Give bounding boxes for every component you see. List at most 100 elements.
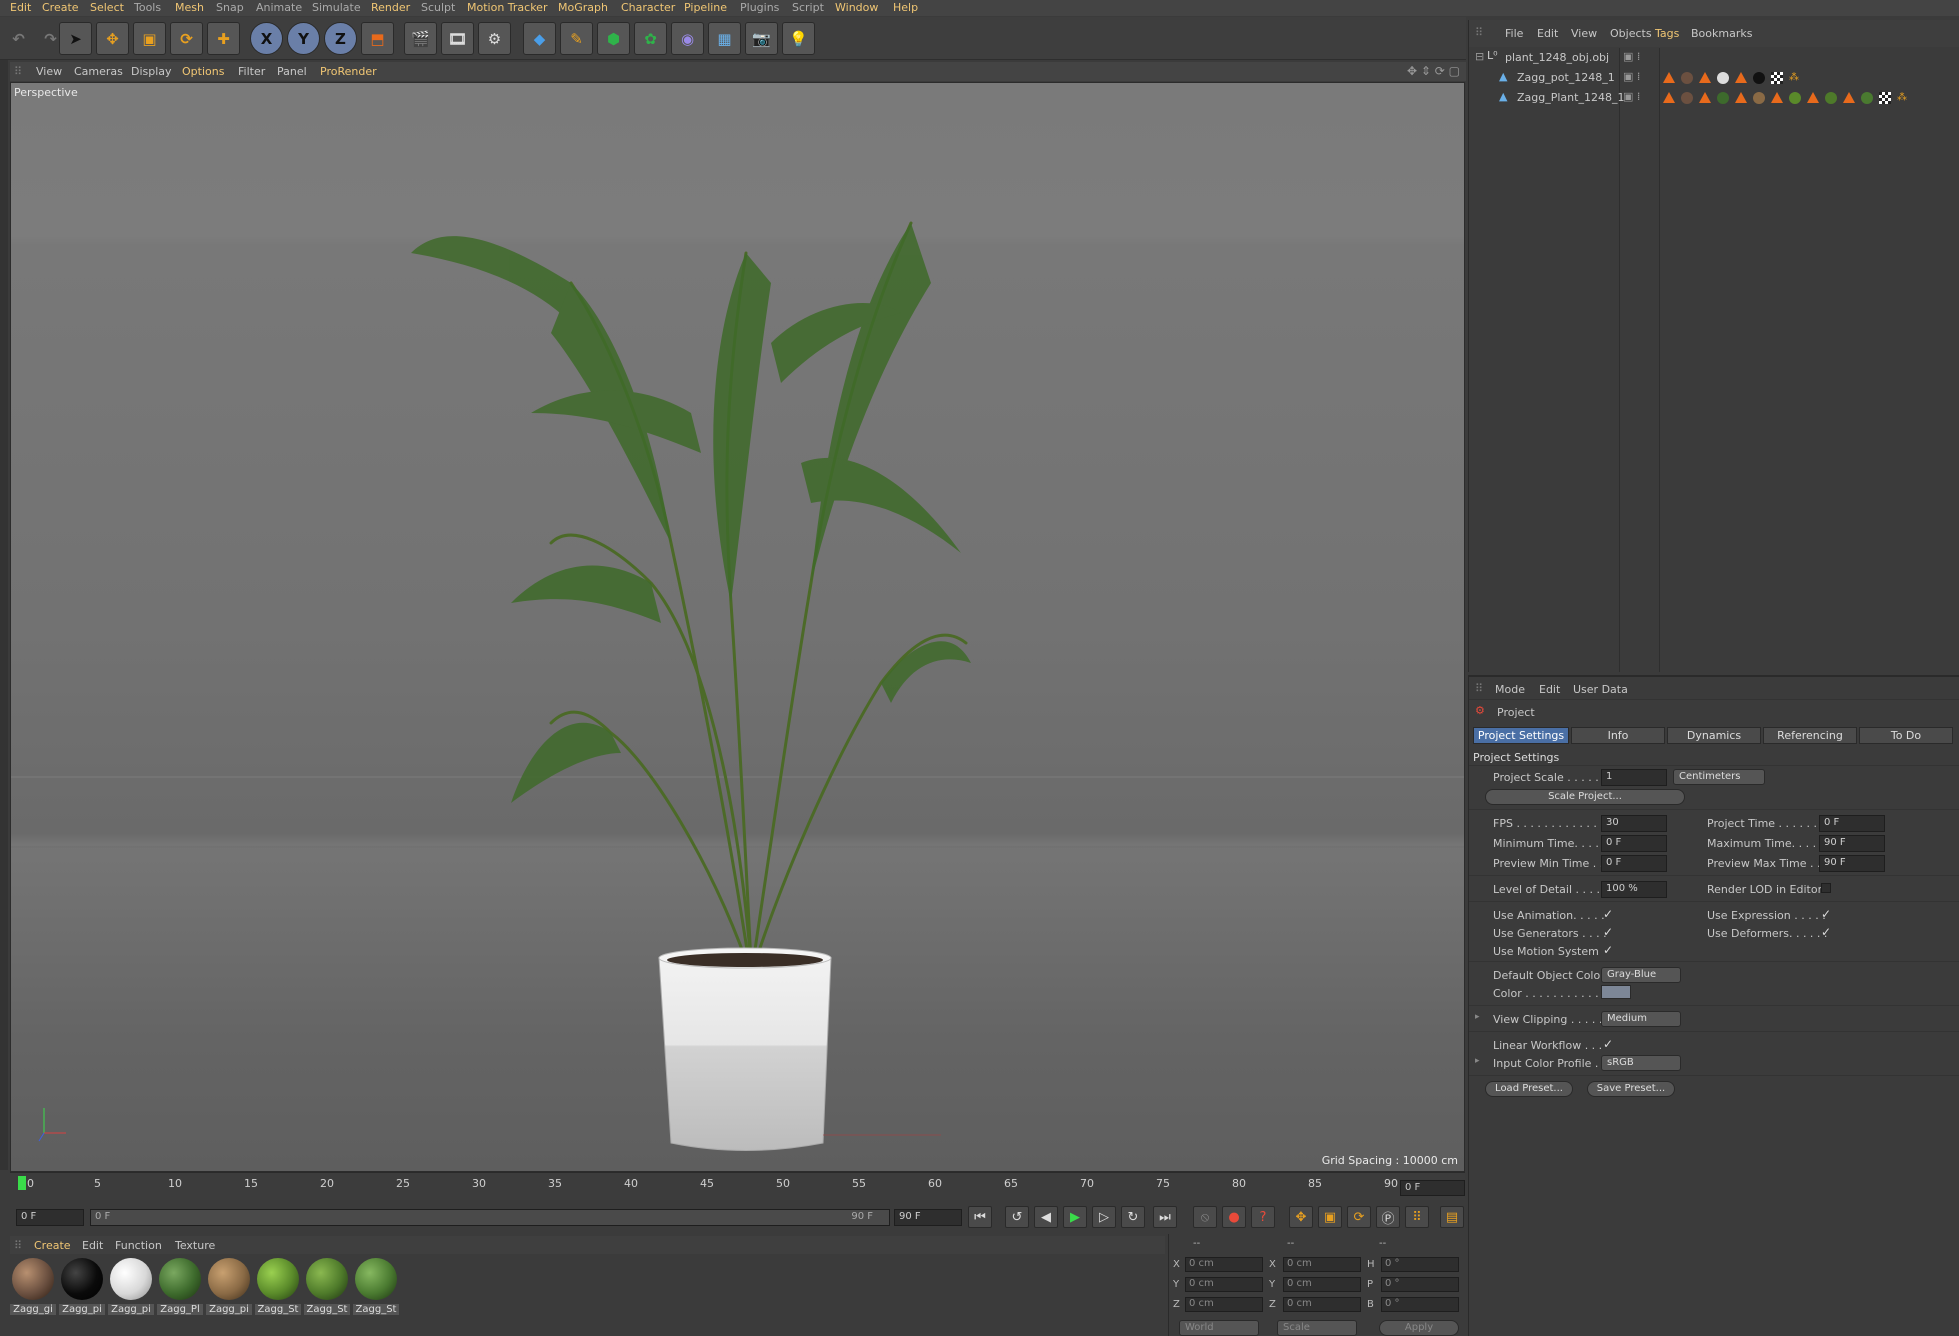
tab-to-do[interactable]: To Do [1859, 727, 1953, 744]
coordinate-system-icon[interactable]: ⬒ [361, 22, 394, 55]
rotation-b-field[interactable]: 0 ° [1381, 1297, 1459, 1312]
am-menu-mode[interactable]: Mode [1495, 683, 1525, 696]
menu-plugins[interactable]: Plugins [740, 1, 779, 14]
project-scale-unit-dropdown[interactable]: Centimeters [1673, 769, 1765, 785]
last-tool-icon[interactable]: ✚ [207, 22, 240, 55]
subdivision-surface-icon[interactable]: ⬢ [597, 22, 630, 55]
rotate-tool-icon[interactable]: ⟳ [170, 22, 203, 55]
use-animation-checkbox[interactable]: ✓ [1603, 907, 1613, 921]
am-menu-edit[interactable]: Edit [1539, 683, 1560, 696]
linear-workflow-checkbox[interactable]: ✓ [1603, 1037, 1613, 1051]
size-y-field[interactable]: 0 cm [1283, 1277, 1361, 1292]
rotation-p-field[interactable]: 0 ° [1381, 1277, 1459, 1292]
use-motion-system-checkbox[interactable]: ✓ [1603, 943, 1613, 957]
menu-pipeline[interactable]: Pipeline [684, 1, 727, 14]
autokey-icon[interactable]: ● [1222, 1206, 1246, 1228]
visibility-toggle-icon[interactable]: ▣ ⁞ [1623, 90, 1640, 103]
use-generators-checkbox[interactable]: ✓ [1603, 925, 1613, 939]
fps-field[interactable]: 30 [1601, 815, 1667, 832]
load-preset-button[interactable]: Load Preset... [1485, 1081, 1573, 1097]
camera-icon[interactable]: 📷 [745, 22, 778, 55]
uvw-tag-icon[interactable] [1879, 92, 1891, 104]
menu-mograph[interactable]: MoGraph [558, 1, 608, 14]
input-profile-expand-icon[interactable]: ▸ [1475, 1056, 1480, 1066]
phong-tag-icon[interactable] [1735, 92, 1747, 103]
uvw-tag-icon[interactable] [1771, 72, 1783, 84]
viewport-menu-options[interactable]: Options [182, 65, 224, 78]
phong-tag-icon[interactable] [1699, 92, 1711, 103]
move-tool-icon[interactable]: ✥ [96, 22, 129, 55]
start-frame-field[interactable]: 0 F [16, 1209, 84, 1226]
menu-motion-tracker[interactable]: Motion Tracker [467, 1, 547, 14]
menu-character[interactable]: Character [621, 1, 675, 14]
view-clipping-expand-icon[interactable]: ▸ [1475, 1012, 1480, 1022]
render-settings-icon[interactable]: ⚙ [478, 22, 511, 55]
visibility-toggle-icon[interactable]: ▣ ⁞ [1623, 70, 1640, 83]
phong-tag-icon[interactable] [1663, 72, 1675, 83]
material-swatch[interactable]: Zagg_pi [108, 1258, 154, 1318]
viewport-menu-prorender[interactable]: ProRender [320, 65, 377, 78]
viewport-menu-cameras[interactable]: Cameras [74, 65, 123, 78]
go-to-end-icon[interactable]: ⏭ [1153, 1206, 1177, 1228]
phong-tag-icon[interactable] [1843, 92, 1855, 103]
menu-animate[interactable]: Animate [256, 1, 302, 14]
menu-window[interactable]: Window [835, 1, 878, 14]
phong-tag-icon[interactable] [1663, 92, 1675, 103]
tab-info[interactable]: Info [1571, 727, 1665, 744]
material-menu-create[interactable]: Create [34, 1239, 71, 1252]
render-lod-checkbox[interactable] [1821, 883, 1831, 893]
select-arrow-icon[interactable]: ➤ [59, 22, 92, 55]
object-row[interactable]: ▲ Zagg_pot_1248_1 ▣ ⁞ ⁂ [1469, 69, 1959, 87]
viewport-menu-view[interactable]: View [36, 65, 62, 78]
pen-spline-icon[interactable]: ✎ [560, 22, 593, 55]
playhead-marker[interactable] [18, 1176, 26, 1190]
menu-sculpt[interactable]: Sculpt [421, 1, 455, 14]
scale-dropdown[interactable]: Scale [1277, 1320, 1357, 1336]
key-position-icon[interactable]: ✥ [1289, 1206, 1313, 1228]
menu-create[interactable]: Create [42, 1, 79, 14]
phong-tag-icon[interactable] [1771, 92, 1783, 103]
viewport-menu-panel[interactable]: Panel [277, 65, 307, 78]
tab-dynamics[interactable]: Dynamics [1667, 727, 1761, 744]
level-of-detail-field[interactable]: 100 % [1601, 881, 1667, 898]
minimum-time-field[interactable]: 0 F [1601, 835, 1667, 852]
material-swatch[interactable]: Zagg_pi [206, 1258, 252, 1318]
material-swatch[interactable]: Zagg_St [353, 1258, 399, 1318]
visibility-toggle-icon[interactable]: ▣ ⁞ [1623, 50, 1640, 63]
play-forward-icon[interactable]: ▶ [1063, 1206, 1087, 1228]
x-axis-lock-button[interactable]: X [250, 22, 283, 55]
object-name[interactable]: Zagg_pot_1248_1 [1517, 71, 1615, 84]
menu-help[interactable]: Help [893, 1, 918, 14]
color-swatch[interactable] [1601, 985, 1631, 999]
material-swatch[interactable]: Zagg_pi [59, 1258, 105, 1318]
menu-render[interactable]: Render [371, 1, 410, 14]
deformer-icon[interactable]: ◉ [671, 22, 704, 55]
material-swatch[interactable]: Zagg_St [255, 1258, 301, 1318]
default-object-color-dropdown[interactable]: Gray-Blue [1601, 967, 1681, 983]
cloner-icon[interactable]: ✿ [634, 22, 667, 55]
menu-select[interactable]: Select [90, 1, 124, 14]
menu-snap[interactable]: Snap [216, 1, 244, 14]
timeline-window-icon[interactable]: ▤ [1440, 1206, 1464, 1228]
cube-primitive-icon[interactable]: ◆ [523, 22, 556, 55]
keyframe-selection-icon[interactable]: ? [1251, 1206, 1275, 1228]
om-menu-edit[interactable]: Edit [1537, 27, 1558, 40]
floor-icon[interactable]: ▦ [708, 22, 741, 55]
selection-tag-icon[interactable]: ⁂ [1789, 72, 1801, 84]
z-axis-lock-button[interactable]: Z [324, 22, 357, 55]
next-key-icon[interactable]: ↻ [1121, 1206, 1145, 1228]
object-name[interactable]: plant_1248_obj.obj [1505, 51, 1609, 64]
rotation-h-field[interactable]: 0 ° [1381, 1257, 1459, 1272]
size-z-field[interactable]: 0 cm [1283, 1297, 1361, 1312]
previous-frame-icon[interactable]: ◀ [1034, 1206, 1058, 1228]
y-axis-lock-button[interactable]: Y [287, 22, 320, 55]
object-row[interactable]: ⊟ L⁰ plant_1248_obj.obj ▣ ⁞ [1469, 49, 1959, 67]
phong-tag-icon[interactable] [1807, 92, 1819, 103]
menu-tools[interactable]: Tools [134, 1, 161, 14]
render-view-icon[interactable]: 🎬 [404, 22, 437, 55]
material-tag-icon[interactable] [1753, 92, 1765, 104]
material-swatch[interactable]: Zagg_gi [10, 1258, 56, 1318]
phong-tag-icon[interactable] [1735, 72, 1747, 83]
expand-toggle-icon[interactable]: ⊟ [1475, 50, 1484, 63]
preview-max-time-field[interactable]: 90 F [1819, 855, 1885, 872]
